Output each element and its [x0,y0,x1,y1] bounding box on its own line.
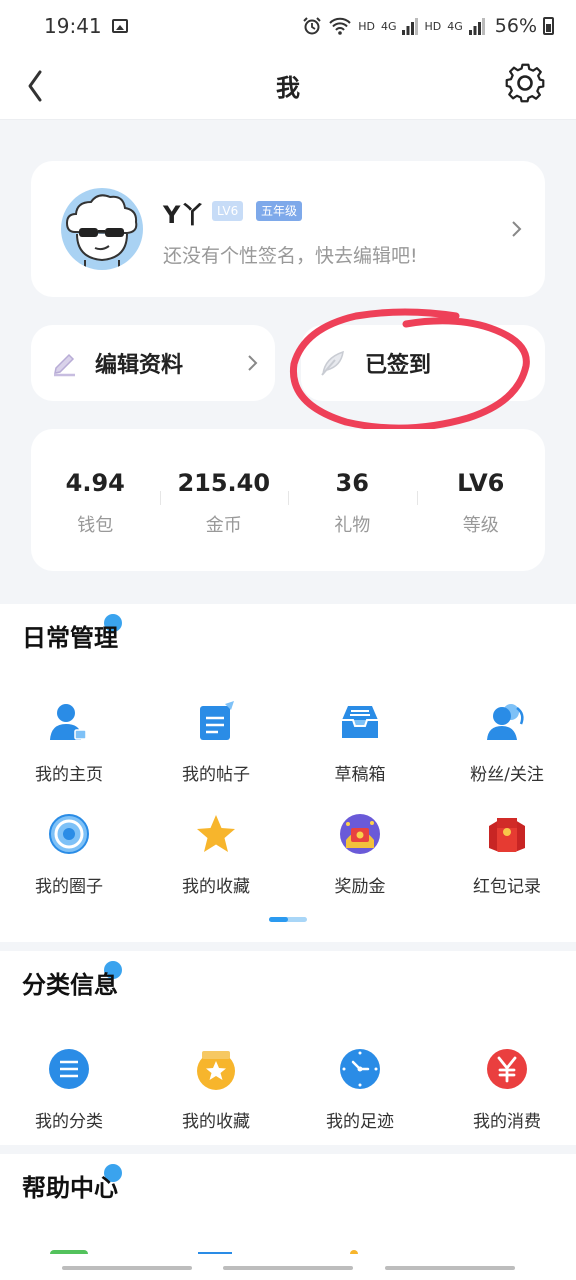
network-label-1: HD [358,19,375,33]
gesture-indicator [223,1266,353,1270]
grid-item-my-footprint[interactable]: 我的足迹 [288,1047,432,1132]
grid-item-my-posts[interactable]: 我的帖子 [144,700,288,785]
stat-label: 等级 [462,515,499,536]
stat-wallet[interactable]: 4.94 钱包 [31,429,160,571]
grid-item-label: 我的收藏 [182,877,250,897]
signed-in-label: 已签到 [365,353,432,378]
post-icon [200,701,234,740]
grid-item-label: 红包记录 [473,877,541,897]
network-label-2: 4G [380,19,397,33]
image-icon [111,19,128,33]
page-title: 我 [276,74,300,102]
username: Y丫 [163,201,205,229]
list-icon [49,1049,89,1089]
grid-item-label: 我的主页 [35,765,103,785]
battery-icon [543,17,554,35]
status-indicators: HD 4G HD 4G 56% [302,15,554,37]
favorite-box-icon [197,1051,235,1090]
avatar[interactable] [61,188,143,270]
user-home-icon [50,704,87,740]
stat-value: 215.40 [177,469,271,497]
daily-management-section: 日常管理 我的主页 我的帖子 草稿箱 粉丝/关注 我的圈子 我的收藏 奖励金 红… [0,604,576,942]
section-title: 分类信息 [22,971,118,999]
stat-level[interactable]: LV6 等级 [416,429,546,571]
help-center-section: 帮助中心 [0,1154,576,1258]
feather-icon [321,350,344,376]
circle-icon [49,814,89,854]
network-label-3: HD [424,19,442,33]
nav-bar: 我 [0,52,576,120]
grid-item-label: 粉丝/关注 [470,765,544,785]
grid-item-label: 草稿箱 [334,765,386,785]
section-title: 日常管理 [22,624,118,652]
drafts-icon [342,706,378,738]
stat-value: LV6 [457,469,505,497]
edit-profile-button[interactable]: 编辑资料 [31,325,275,401]
signal-icon-2 [468,18,485,35]
yen-icon [487,1049,527,1089]
gesture-bar [0,1254,576,1280]
signature: 还没有个性签名，快去编辑吧! [163,245,418,267]
edit-profile-label: 编辑资料 [95,353,184,378]
stat-gifts[interactable]: 36 礼物 [288,429,417,571]
section-title: 帮助中心 [22,1174,118,1202]
grid-item-my-favorites[interactable]: 我的收藏 [144,812,288,897]
level-badge: LV6 [212,201,244,221]
battery-percent: 56% [494,15,537,37]
grid-item-my-category[interactable]: 我的分类 [0,1047,141,1132]
gesture-indicator [385,1266,515,1270]
status-time: 19:41 [44,14,102,38]
stat-label: 钱包 [77,515,114,536]
alarm-icon [303,17,321,35]
fans-icon [487,704,524,740]
grid-item-label: 我的消费 [473,1112,541,1132]
page-indicator [269,917,307,922]
grid-item-drafts[interactable]: 草稿箱 [288,700,432,785]
profile-card[interactable]: Y丫 LV6 五年级 还没有个性签名，快去编辑吧! [31,161,545,297]
grid-item-label: 我的足迹 [326,1112,394,1132]
stat-value: 4.94 [65,469,125,497]
wifi-icon [329,17,351,35]
grid-item-my-spending[interactable]: 我的消费 [435,1047,576,1132]
grid-item-label: 我的帖子 [182,765,250,785]
red-packet-icon [489,818,525,852]
grid-item-label: 奖励金 [334,877,386,897]
grade-badge: 五年级 [256,201,303,221]
grid-item-reward[interactable]: 奖励金 [288,812,432,897]
category-info-section: 分类信息 我的分类 我的收藏 我的足迹 我的消费 [0,951,576,1145]
network-label-4: 4G [447,19,463,33]
signed-in-button[interactable]: 已签到 [301,325,545,401]
grid-item-fans-following[interactable]: 粉丝/关注 [435,700,576,785]
chevron-right-icon [248,355,258,371]
gesture-indicator [62,1266,192,1270]
signal-icon [402,18,419,35]
stats-card: 4.94 钱包 215.40 金币 36 礼物 LV6 等级 [31,429,545,571]
star-icon [197,815,235,852]
status-bar: 19:41 HD 4G HD 4G 56% [0,0,576,52]
grid-item-my-circle[interactable]: 我的圈子 [0,812,141,897]
grid-item-label: 我的分类 [35,1112,103,1132]
grid-item-label: 我的圈子 [35,877,103,897]
grid-item-my-homepage[interactable]: 我的主页 [0,700,141,785]
grid-item-label: 我的收藏 [182,1112,250,1132]
grid-item-red-packet-record[interactable]: 红包记录 [435,812,576,897]
reward-icon [340,814,380,854]
stat-label: 礼物 [334,515,371,536]
chevron-right-icon [512,221,522,237]
pencil-icon [54,353,75,377]
clock-icon [340,1049,380,1089]
stat-coins[interactable]: 215.40 金币 [159,429,289,571]
gear-icon[interactable] [502,60,548,106]
stat-value: 36 [335,469,369,497]
grid-item-my-collection[interactable]: 我的收藏 [144,1047,288,1132]
stat-label: 金币 [205,515,242,536]
